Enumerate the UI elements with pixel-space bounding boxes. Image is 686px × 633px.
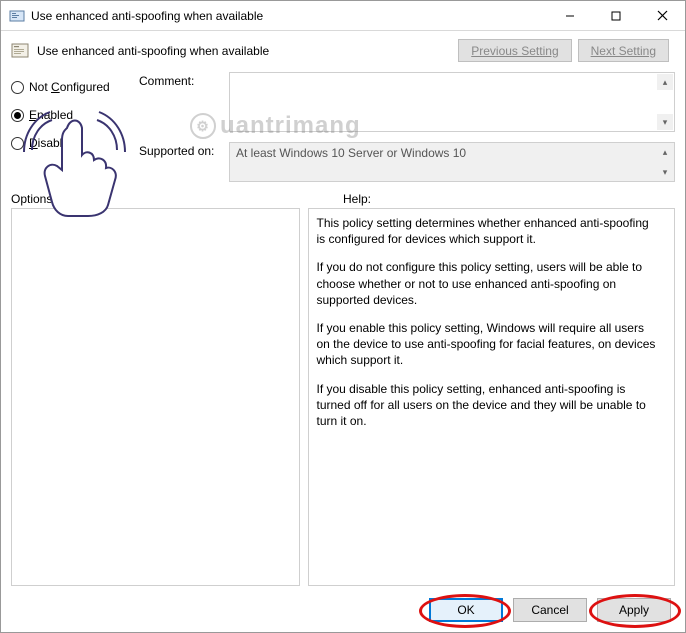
- help-text: If you enable this policy setting, Windo…: [317, 320, 657, 369]
- panes: This policy setting determines whether e…: [1, 208, 685, 590]
- ok-button[interactable]: OK: [429, 598, 503, 622]
- cancel-button[interactable]: Cancel: [513, 598, 587, 622]
- radio-icon: [11, 109, 24, 122]
- options-pane: [11, 208, 300, 586]
- comment-label: Comment:: [139, 72, 229, 132]
- titlebar: Use enhanced anti-spoofing when availabl…: [1, 1, 685, 31]
- apply-button[interactable]: Apply: [597, 598, 671, 622]
- help-pane: This policy setting determines whether e…: [308, 208, 676, 586]
- previous-setting-button[interactable]: Previous Setting: [458, 39, 571, 62]
- scroll-down-icon[interactable]: ▾: [657, 114, 673, 130]
- scroll-up-icon[interactable]: ▴: [657, 74, 673, 90]
- radio-icon: [11, 81, 24, 94]
- help-text: This policy setting determines whether e…: [317, 215, 657, 247]
- radio-label-disabled: Disabled: [29, 136, 76, 150]
- radio-label-not-configured: Not Configured: [29, 80, 110, 94]
- state-radios: Not Configured Enabled Disabled: [11, 72, 131, 182]
- maximize-button[interactable]: [593, 1, 639, 31]
- scroll-up-icon[interactable]: ▴: [657, 144, 673, 160]
- radio-icon: [11, 137, 24, 150]
- help-label: Help:: [343, 192, 675, 206]
- radio-disabled[interactable]: Disabled: [11, 132, 131, 154]
- supported-on-box: At least Windows 10 Server or Windows 10…: [229, 142, 675, 182]
- config-area: Not Configured Enabled Disabled Comment:…: [1, 66, 685, 184]
- radio-label-enabled: Enabled: [29, 108, 73, 122]
- close-button[interactable]: [639, 1, 685, 31]
- window-title: Use enhanced anti-spoofing when availabl…: [31, 9, 547, 23]
- policy-window-icon: [9, 8, 25, 24]
- dialog-buttons: OK Cancel Apply: [1, 590, 685, 632]
- radio-enabled[interactable]: Enabled: [11, 104, 131, 126]
- supported-label: Supported on:: [139, 142, 229, 182]
- policy-header: Use enhanced anti-spoofing when availabl…: [1, 31, 685, 66]
- help-text: If you disable this policy setting, enha…: [317, 381, 657, 430]
- pane-labels: Options: Help:: [1, 184, 685, 208]
- scroll-down-icon[interactable]: ▾: [657, 164, 673, 180]
- options-label: Options:: [11, 192, 343, 206]
- policy-name: Use enhanced anti-spoofing when availabl…: [37, 44, 269, 58]
- minimize-button[interactable]: [547, 1, 593, 31]
- comment-textarea[interactable]: ▴ ▾: [229, 72, 675, 132]
- policy-icon: [11, 42, 29, 60]
- help-text: If you do not configure this policy sett…: [317, 259, 657, 308]
- supported-value: At least Windows 10 Server or Windows 10: [236, 146, 466, 160]
- radio-not-configured[interactable]: Not Configured: [11, 76, 131, 98]
- next-setting-button[interactable]: Next Setting: [578, 39, 669, 62]
